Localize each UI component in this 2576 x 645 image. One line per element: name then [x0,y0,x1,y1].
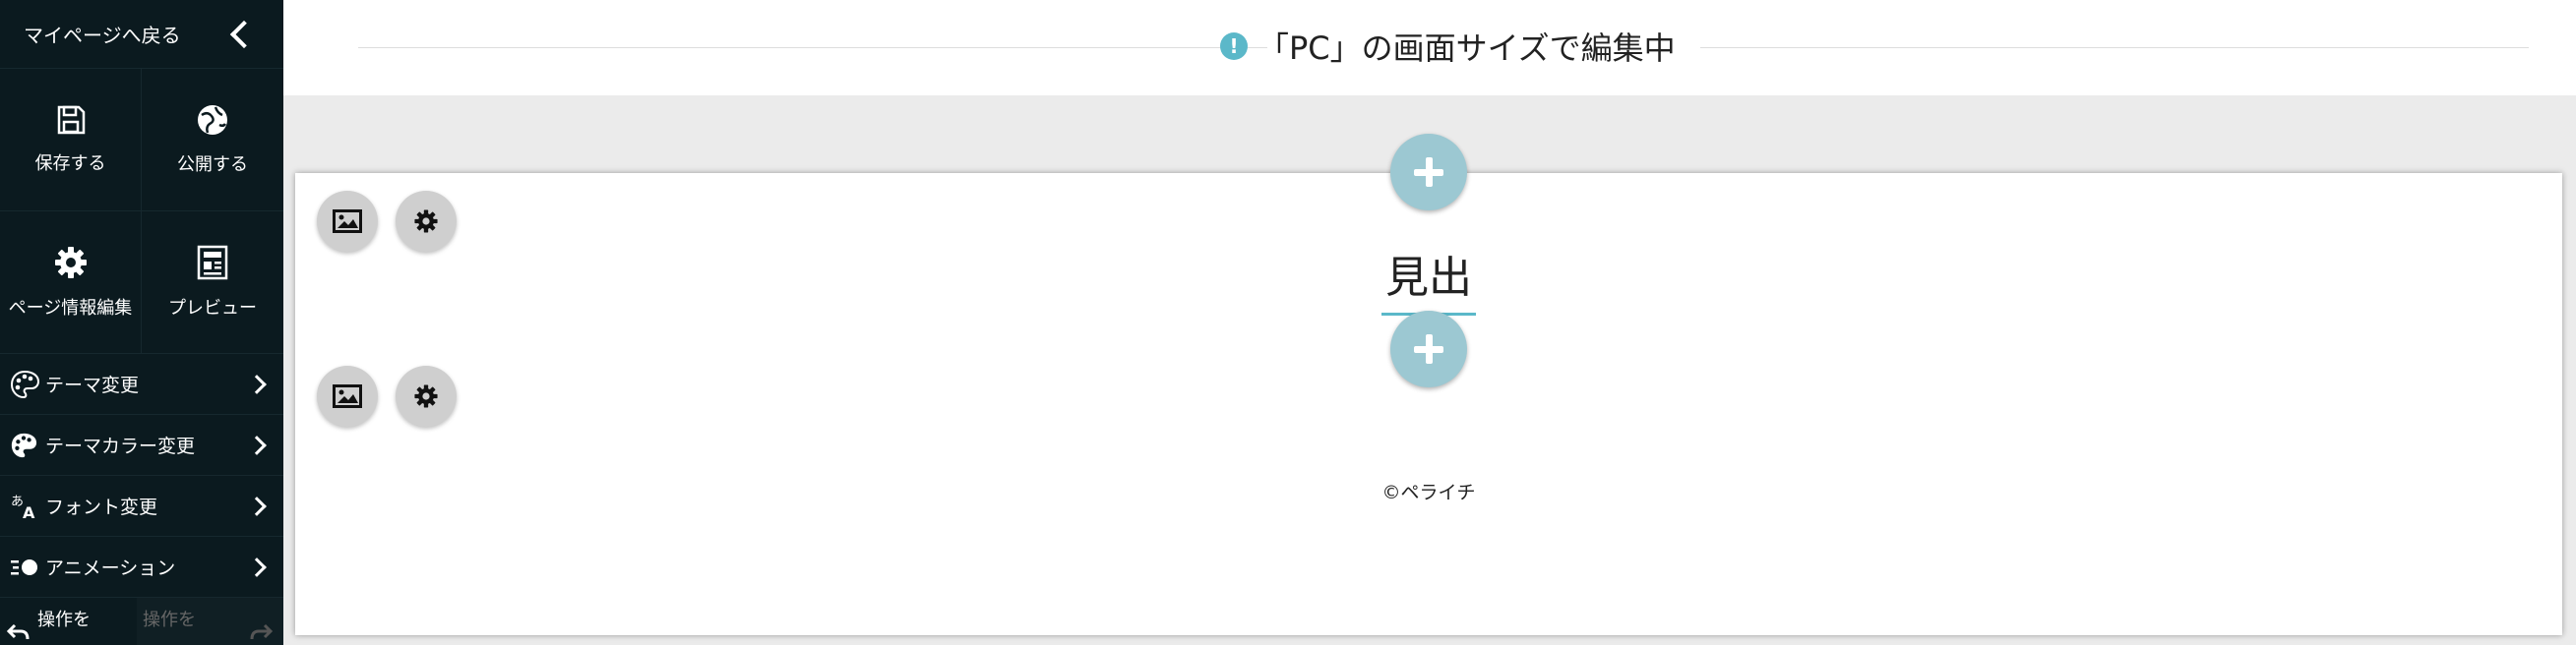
undo-button[interactable]: 操作を [0,598,137,645]
menu-item-theme-color-change[interactable]: テーマカラー変更 [0,415,283,476]
editor-sidebar: マイページへ戻る 保存する 公開する ページ情報編集 プレビュー テーマ変更 テ… [0,0,283,645]
footer-settings-button[interactable] [396,366,457,427]
svg-text:A: A [23,503,35,521]
gear-icon [54,247,87,278]
gear-icon [414,209,438,233]
block-settings-button[interactable] [396,191,457,252]
footer-copyright: ©ペライチ [1381,482,1476,503]
page-info-edit-label: ページ情報編集 [8,298,133,319]
font-icon: あA [10,492,45,521]
save-icon [57,105,85,135]
info-icon: ! [1220,32,1248,60]
save-label: 保存する [34,153,106,174]
save-button[interactable]: 保存する [0,69,142,211]
animation-icon [10,556,45,579]
add-block-button-middle[interactable] [1390,311,1467,387]
footer-image-button[interactable] [317,366,378,427]
editing-size-message: ! 「PC」の画面サイズで編集中 [1220,24,1676,69]
preview-label: プレビュー [168,298,257,319]
publish-button[interactable]: 公開する [142,69,283,211]
add-block-button-top[interactable] [1390,134,1467,210]
redo-icon [250,623,274,640]
preview-button[interactable]: プレビュー [142,211,283,354]
redo-button[interactable]: 操作を [137,598,283,645]
menu-label-theme-color-change: テーマカラー変更 [45,436,196,457]
chevron-left-icon [229,20,259,48]
menu-label-font-change: フォント変更 [45,497,158,518]
preview-icon [197,245,228,280]
gear-icon [414,384,438,408]
divider-right [1700,47,2529,48]
palette-icon [10,370,45,399]
editor-canvas: 見出し ©ペライチ [295,134,2562,635]
back-to-mypage-button[interactable]: マイページへ戻る [0,0,283,69]
history-controls: 操作を 操作を [0,598,283,645]
globe-icon [198,105,227,135]
image-icon [333,209,362,233]
publish-label: 公開する [177,154,248,175]
back-label: マイページへ戻る [24,24,181,47]
image-icon [333,384,362,408]
chevron-right-icon [247,496,267,516]
menu-item-font-change[interactable]: あA フォント変更 [0,476,283,537]
menu-label-animation: アニメーション [45,557,176,579]
undo-label: 操作を [37,610,91,630]
screen-size-bar: ! 「PC」の画面サイズで編集中 [283,0,2576,95]
redo-label: 操作を [143,610,196,630]
block-image-button[interactable] [317,191,378,252]
divider-left [358,47,1267,48]
chevron-right-icon [247,557,267,577]
action-grid: 保存する 公開する ページ情報編集 プレビュー [0,69,283,354]
page-info-edit-button[interactable]: ページ情報編集 [0,211,142,354]
menu-item-theme-change[interactable]: テーマ変更 [0,354,283,415]
menu-item-animation[interactable]: アニメーション [0,537,283,598]
menu-label-theme-change: テーマ変更 [45,375,140,396]
editing-size-text: 「PC」の画面サイズで編集中 [1257,29,1676,67]
chevron-right-icon [247,374,267,394]
chevron-right-icon [247,435,267,455]
palette-icon [10,432,45,459]
undo-icon [6,623,30,640]
